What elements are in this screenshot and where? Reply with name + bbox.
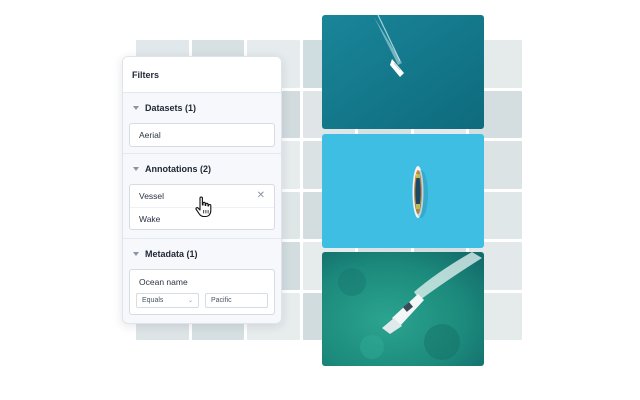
datasets-section: Datasets (1) Aerial [123, 93, 281, 154]
boat-shallow-water-image[interactable] [322, 252, 484, 366]
metadata-label: Metadata (1) [145, 249, 198, 259]
caret-down-icon [133, 167, 139, 171]
boat-shallow-water-svg [322, 252, 484, 366]
metadata-field-label: Ocean name [139, 276, 188, 287]
operator-value: Equals [142, 297, 164, 304]
metadata-field-row[interactable]: Ocean name [130, 270, 274, 293]
boat-deep-water-svg [322, 15, 484, 129]
datasets-label: Datasets (1) [145, 103, 197, 113]
metadata-box: Ocean name Equals ⌄ Pacific [129, 269, 275, 315]
annotations-toggle[interactable]: Annotations (2) [129, 154, 275, 184]
filters-panel: Filters Datasets (1) Aerial Annotations … [122, 56, 282, 324]
dataset-item[interactable]: Aerial [130, 124, 274, 146]
annotation-item-label: Vessel [139, 191, 165, 201]
boat-turquoise-water-svg [322, 134, 484, 248]
annotation-item-label: Wake [139, 213, 161, 224]
stage: Filters Datasets (1) Aerial Annotations … [0, 0, 640, 400]
operator-select[interactable]: Equals ⌄ [136, 293, 199, 308]
value-input-text: Pacific [211, 297, 232, 304]
value-input[interactable]: Pacific [205, 293, 268, 308]
filters-title: Filters [123, 57, 281, 93]
boat-deep-water-image[interactable] [322, 15, 484, 129]
datasets-box: Aerial [129, 123, 275, 147]
dataset-item-label: Aerial [139, 130, 161, 140]
caret-down-icon [133, 106, 139, 110]
datasets-toggle[interactable]: Datasets (1) [129, 93, 275, 123]
chevron-down-icon: ⌄ [187, 298, 193, 304]
close-icon[interactable]: ✕ [257, 191, 265, 201]
boat-turquoise-water-image[interactable] [322, 134, 484, 248]
hand-pointer-icon [195, 196, 212, 218]
caret-down-icon [133, 252, 139, 256]
metadata-section: Metadata (1) Ocean name Equals ⌄ Pacific [123, 239, 281, 323]
annotations-label: Annotations (2) [145, 164, 211, 174]
metadata-toggle[interactable]: Metadata (1) [129, 239, 275, 269]
metadata-condition-row: Equals ⌄ Pacific [130, 293, 274, 314]
